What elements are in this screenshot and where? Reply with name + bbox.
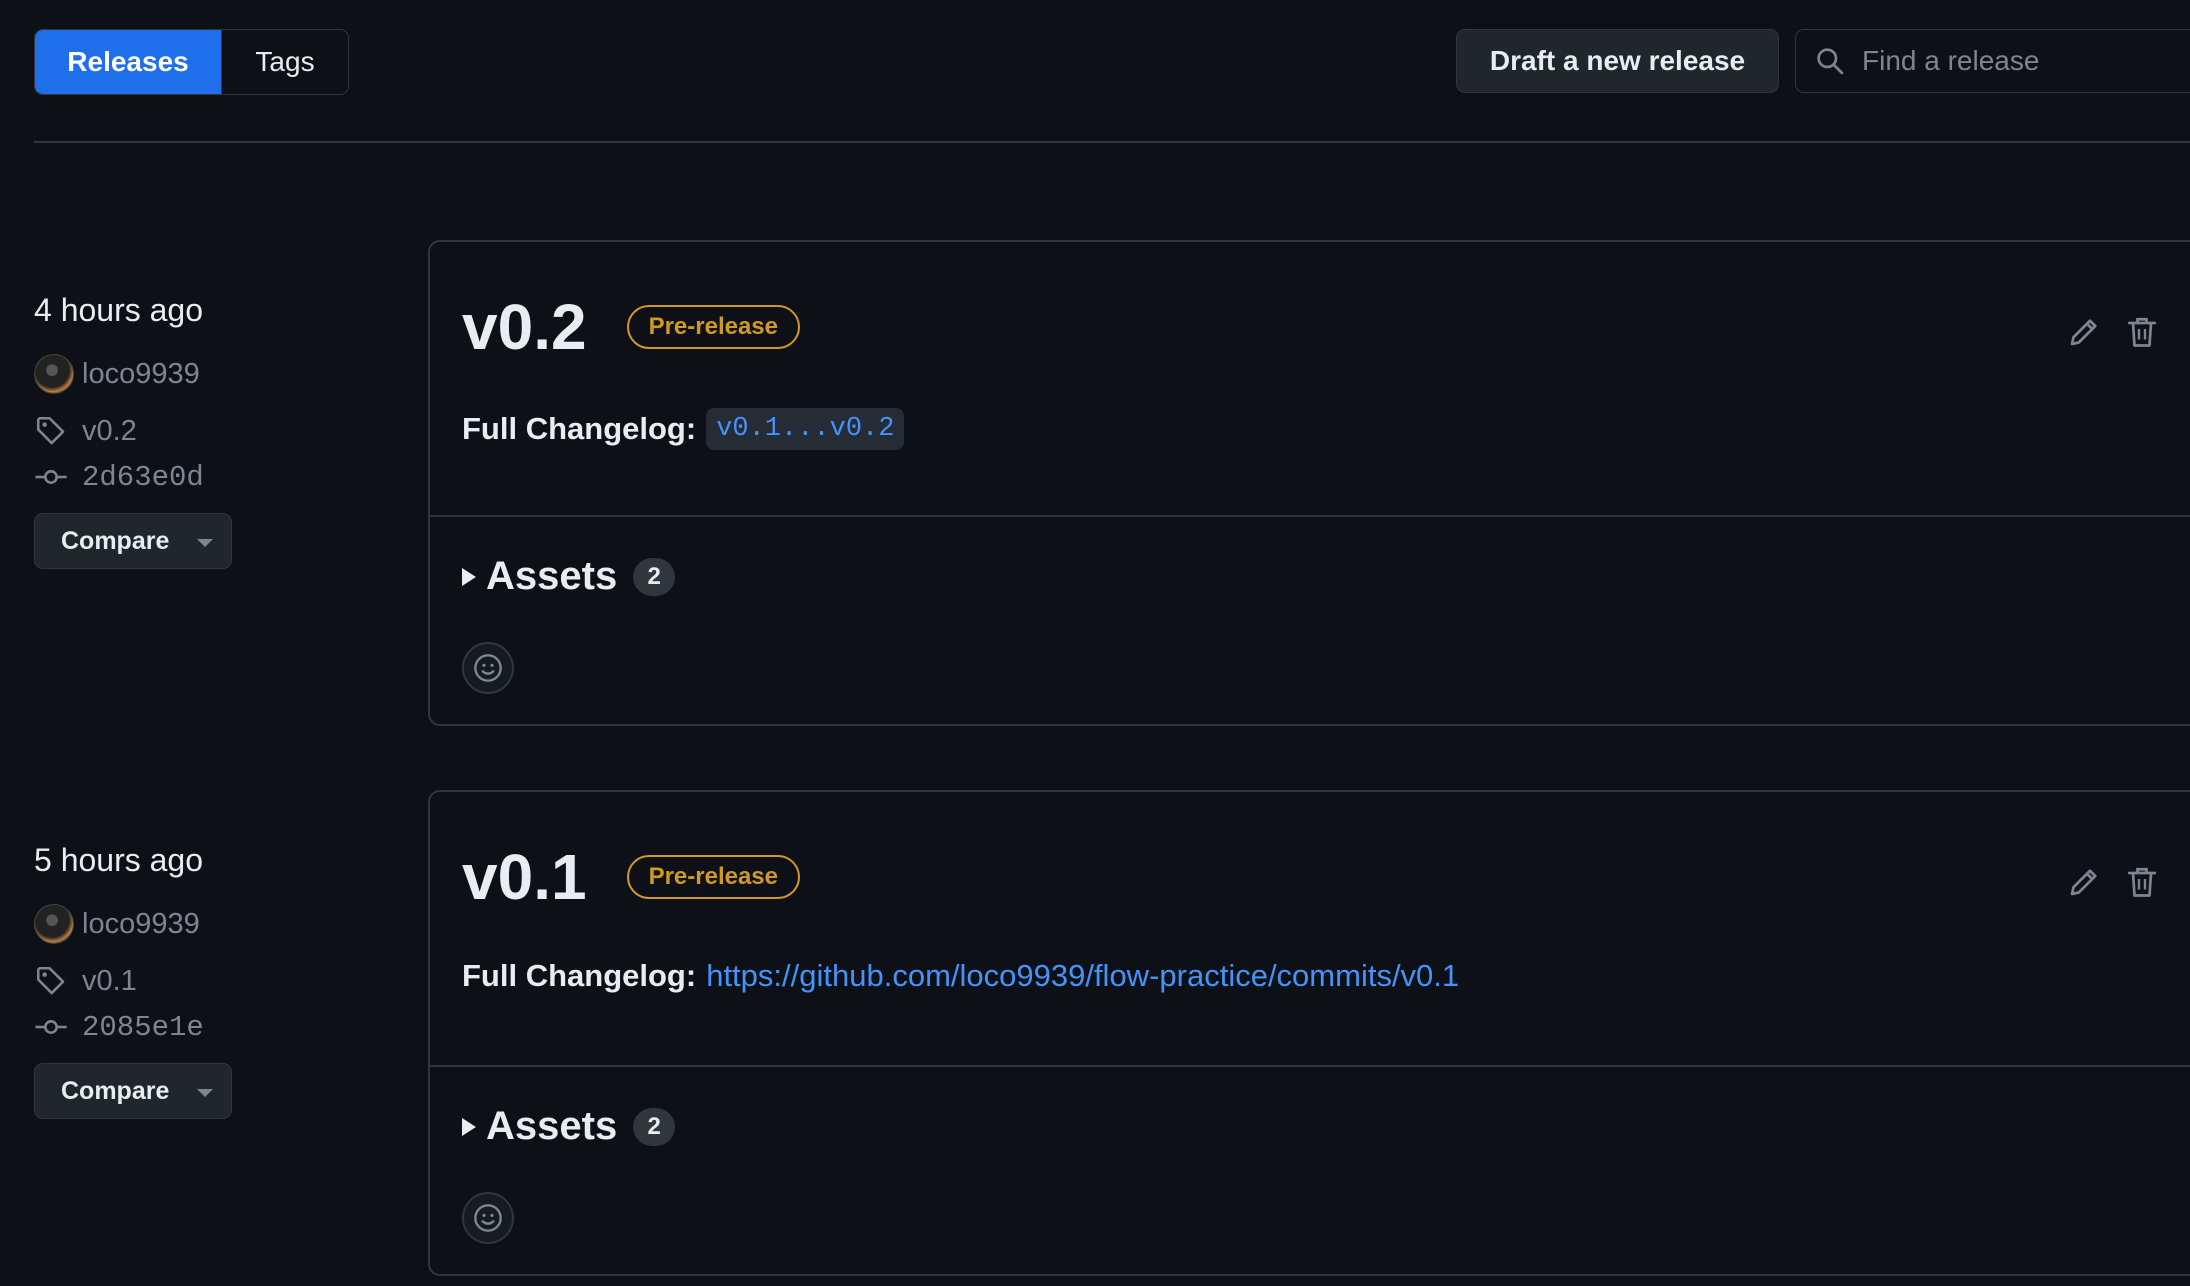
smiley-icon — [474, 654, 502, 682]
card-divider — [430, 1065, 2190, 1067]
release-title[interactable]: v0.2 — [462, 290, 587, 364]
release-commit[interactable]: 2d63e0d — [34, 460, 204, 494]
release-time: 4 hours ago — [34, 292, 204, 328]
find-release-search[interactable] — [1795, 29, 2190, 93]
compare-button[interactable]: Compare — [34, 513, 232, 569]
prerelease-badge: Pre-release — [626, 855, 800, 899]
release-tag[interactable]: v0.2 — [34, 414, 137, 448]
trash-icon — [2127, 317, 2157, 347]
tag-label[interactable]: v0.1 — [82, 965, 137, 998]
edit-button[interactable] — [2066, 864, 2102, 900]
author-name[interactable]: loco9939 — [82, 358, 200, 391]
changelog: Full Changelog: v0.1...v0.2 — [462, 408, 905, 450]
assets-label: Assets — [486, 1104, 618, 1148]
card-divider — [430, 515, 2190, 517]
draft-new-release-button[interactable]: Draft a new release — [1456, 29, 1779, 93]
tab-releases[interactable]: Releases — [35, 30, 221, 94]
release-author[interactable]: loco9939 — [34, 904, 200, 944]
compare-label: Compare — [61, 526, 170, 555]
commit-icon — [35, 1020, 67, 1034]
edit-button[interactable] — [2066, 314, 2102, 350]
assets-count: 2 — [633, 1107, 676, 1146]
triangle-right-icon — [462, 567, 476, 586]
changelog-label: Full Changelog: — [462, 958, 697, 993]
avatar — [34, 904, 74, 944]
release-header: v0.1 Pre-release — [462, 840, 800, 914]
changelog: Full Changelog: https://github.com/loco9… — [462, 958, 1459, 994]
release-title[interactable]: v0.1 — [462, 840, 587, 914]
delete-button[interactable] — [2124, 314, 2160, 350]
search-icon — [1817, 48, 1844, 75]
delete-button[interactable] — [2124, 864, 2160, 900]
tag-icon — [36, 416, 65, 445]
changelog-compare-link[interactable]: v0.1...v0.2 — [706, 408, 905, 450]
chevron-down-icon — [197, 539, 214, 547]
assets-toggle[interactable]: Assets 2 — [462, 1104, 676, 1149]
release-header: v0.2 Pre-release — [462, 290, 800, 364]
avatar — [34, 354, 74, 394]
assets-count: 2 — [633, 557, 676, 596]
release-card: v0.2 Pre-release Full Changelog: v0.1...… — [428, 240, 2190, 726]
release-commit[interactable]: 2085e1e — [34, 1010, 204, 1044]
assets-toggle[interactable]: Assets 2 — [462, 554, 676, 599]
assets-label: Assets — [486, 554, 618, 598]
triangle-right-icon — [462, 1117, 476, 1136]
smiley-icon — [474, 1204, 502, 1232]
commit-sha[interactable]: 2085e1e — [82, 1011, 204, 1044]
compare-button[interactable]: Compare — [34, 1063, 232, 1119]
compare-label: Compare — [61, 1076, 170, 1105]
trash-icon — [2127, 867, 2157, 897]
prerelease-badge: Pre-release — [626, 305, 800, 349]
release-time: 5 hours ago — [34, 842, 204, 878]
pencil-icon — [2070, 869, 2097, 896]
releases-tags-switch: Releases Tags — [34, 29, 349, 95]
commit-sha[interactable]: 2d63e0d — [82, 461, 204, 494]
search-input[interactable] — [1860, 44, 2190, 78]
add-reaction-button[interactable] — [462, 642, 514, 694]
header-divider — [34, 141, 2190, 143]
tag-label[interactable]: v0.2 — [82, 415, 137, 448]
changelog-commits-link[interactable]: https://github.com/loco9939/flow-practic… — [706, 958, 1459, 994]
add-reaction-button[interactable] — [462, 1192, 514, 1244]
pencil-icon — [2070, 319, 2097, 346]
tab-tags[interactable]: Tags — [221, 30, 348, 94]
tag-icon — [36, 966, 65, 995]
changelog-label: Full Changelog: — [462, 411, 697, 446]
release-tag[interactable]: v0.1 — [34, 964, 137, 998]
release-author[interactable]: loco9939 — [34, 354, 200, 394]
release-card: v0.1 Pre-release Full Changelog: https:/… — [428, 790, 2190, 1276]
author-name[interactable]: loco9939 — [82, 908, 200, 941]
commit-icon — [35, 470, 67, 484]
chevron-down-icon — [197, 1089, 214, 1097]
